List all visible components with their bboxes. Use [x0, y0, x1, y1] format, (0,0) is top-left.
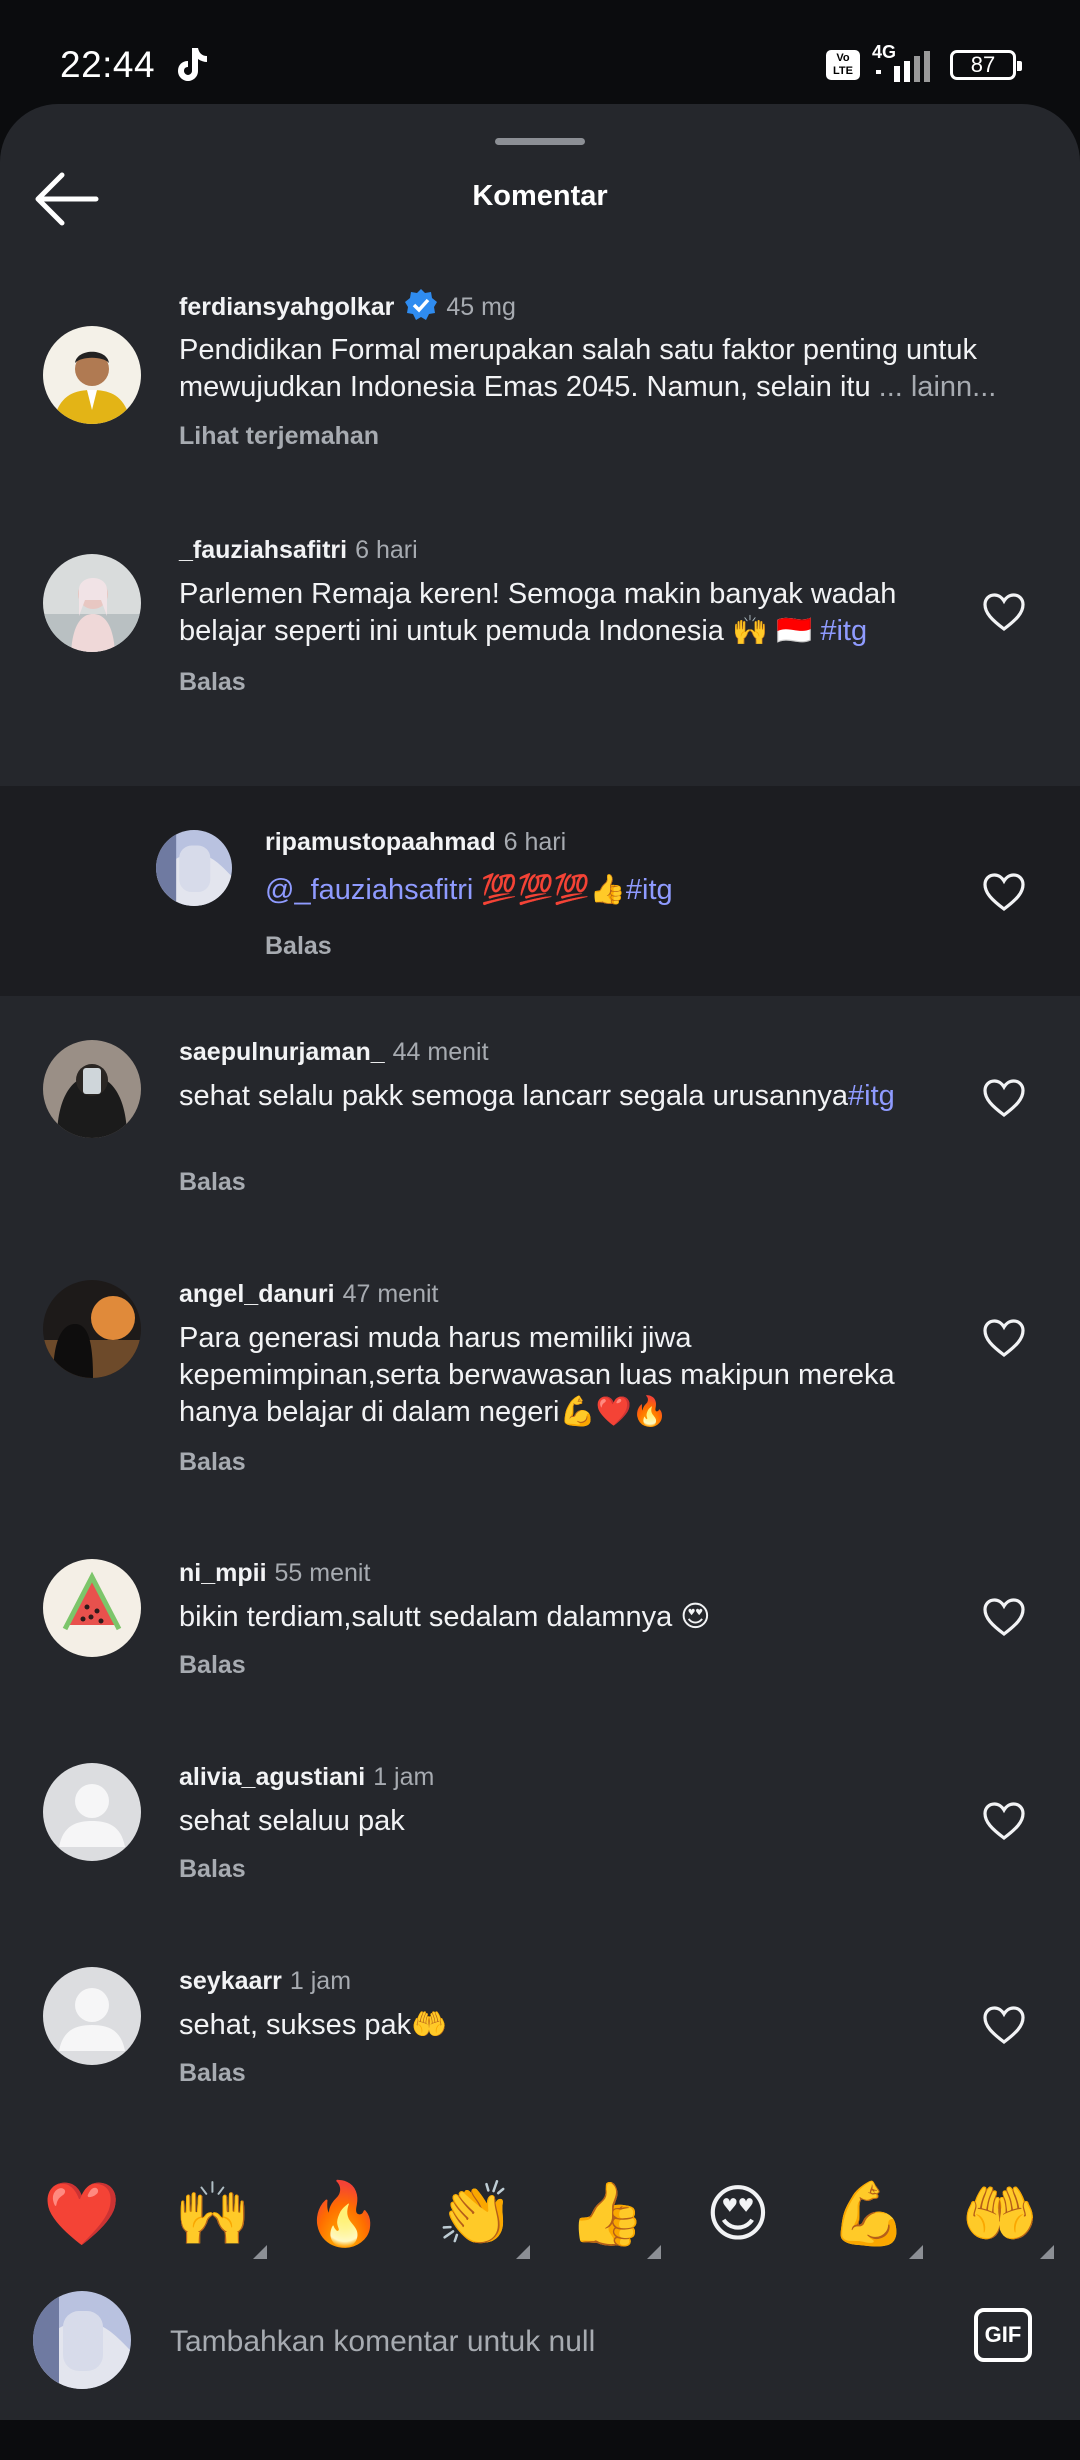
comment-header: _fauziahsafitri 6 hari — [179, 536, 418, 565]
like-heart-icon[interactable] — [982, 1597, 1026, 1637]
username[interactable]: alivia_agustiani — [179, 1763, 365, 1791]
comment-time: 47 menit — [342, 1280, 439, 1308]
emoji-heart[interactable]: ❤️ — [42, 2165, 122, 2265]
comment-text: Para generasi muda harus memiliki jiwa k… — [179, 1322, 895, 1428]
reply-button[interactable]: Balas — [179, 668, 246, 697]
like-heart-icon[interactable] — [982, 1078, 1026, 1118]
signal-icon — [876, 51, 930, 82]
volte-icon: Vo LTE — [826, 50, 860, 80]
username[interactable]: saepulnurjaman_ — [179, 1038, 385, 1066]
like-heart-icon[interactable] — [982, 2005, 1026, 2045]
comment-text: Parlemen Remaja keren! Semoga makin bany… — [179, 578, 897, 647]
emoji-heart-eyes[interactable]: 😍 — [698, 2165, 778, 2265]
see-translation-link[interactable]: Lihat terjemahan — [179, 422, 379, 451]
username[interactable]: ferdiansyahgolkar — [179, 293, 394, 321]
username[interactable]: _fauziahsafitri — [179, 536, 347, 564]
comment-text: sehat, sukses pak🤲 — [179, 2009, 448, 2041]
comment-time: 1 jam — [289, 1967, 352, 1995]
comment-text: sehat selalu pakk semoga lancarr segala … — [179, 1080, 895, 1112]
comment-header: saepulnurjaman_ 44 menit — [179, 1038, 489, 1067]
avatar[interactable] — [156, 830, 232, 906]
quick-emoji-bar: ❤️ 🙌 🔥 👏 👍 😍 💪 🤲 — [0, 2165, 1080, 2275]
comment-item: _fauziahsafitri 6 hari Parlemen Remaja ke… — [0, 524, 1080, 786]
battery-icon: 87 — [950, 50, 1022, 80]
reply-button[interactable]: Balas — [265, 932, 332, 961]
comment-header: alivia_agustiani 1 jam — [179, 1763, 434, 1792]
username[interactable]: ripamustopaahmad — [265, 828, 496, 856]
comment-item: angel_danuri 47 menit Para generasi muda … — [0, 1268, 1080, 1498]
hashtag-link[interactable]: #itg — [848, 1080, 895, 1112]
comment-text: bikin terdiam,salutt sedalam dalamnya 😍 — [179, 1601, 711, 1633]
comments-sheet: Komentar ferdiansyahgolkar 45 mg Pendidik… — [0, 104, 1080, 2420]
like-heart-icon[interactable] — [982, 872, 1026, 912]
gif-button[interactable]: GIF — [974, 2308, 1032, 2362]
emoji-raised-hands[interactable]: 🙌 — [173, 2165, 267, 2265]
emoji-fire[interactable]: 🔥 — [304, 2165, 384, 2265]
comment-time: 45 mg — [446, 293, 516, 321]
hashtag-link[interactable]: #itg — [820, 615, 867, 647]
like-heart-icon[interactable] — [982, 592, 1026, 632]
comment-item: saepulnurjaman_ 44 menit sehat selalu pak… — [0, 1026, 1080, 1226]
avatar[interactable] — [43, 1967, 141, 2065]
emoji-clapping[interactable]: 👏 — [436, 2165, 530, 2265]
comment-composer: GIF — [0, 2275, 1080, 2420]
like-heart-icon[interactable] — [982, 1801, 1026, 1841]
emoji-palms-up[interactable]: 🤲 — [960, 2165, 1054, 2265]
comment-header: ferdiansyahgolkar 45 mg — [179, 288, 516, 322]
reply-button[interactable]: Balas — [179, 1168, 246, 1197]
system-nav-bar — [0, 2420, 1080, 2460]
drag-handle[interactable] — [495, 138, 585, 145]
username[interactable]: ni_mpii — [179, 1559, 267, 1587]
mention-link[interactable]: @_fauziahsafitri — [265, 874, 473, 906]
comment-text: Pendidikan Formal merupakan salah satu f… — [179, 334, 997, 403]
comment-time: 1 jam — [373, 1763, 435, 1791]
like-heart-icon[interactable] — [982, 1318, 1026, 1358]
tiktok-notification-icon — [178, 48, 207, 81]
page-title: Komentar — [472, 180, 608, 212]
status-bar: 22:44 Vo LTE 4G 87 — [0, 0, 1080, 104]
comment-text: @_fauziahsafitri 💯💯💯👍#itg — [265, 874, 673, 906]
comment-time: 6 hari — [355, 536, 418, 564]
reply-button[interactable]: Balas — [179, 2059, 246, 2088]
comment-header: ni_mpii 55 menit — [179, 1559, 370, 1588]
reply-button[interactable]: Balas — [179, 1651, 246, 1680]
reply-button[interactable]: Balas — [179, 1855, 246, 1884]
comment-time: 55 menit — [274, 1559, 371, 1587]
comment-time: 44 menit — [392, 1038, 489, 1066]
emoji-flexed-biceps[interactable]: 💪 — [829, 2165, 923, 2265]
avatar[interactable] — [43, 554, 141, 652]
comment-time: 6 hari — [503, 828, 567, 856]
username[interactable]: angel_danuri — [179, 1280, 335, 1308]
verified-badge-icon — [405, 289, 438, 320]
avatar[interactable] — [43, 326, 141, 424]
comment-header: seykaarr 1 jam — [179, 1967, 351, 1996]
avatar[interactable] — [43, 1280, 141, 1378]
username[interactable]: seykaarr — [179, 1967, 282, 1995]
current-user-avatar — [33, 2291, 131, 2389]
reply-button[interactable]: Balas — [179, 1448, 246, 1477]
avatar[interactable] — [43, 1763, 141, 1861]
caption-comment: ferdiansyahgolkar 45 mg Pendidikan Formal… — [0, 274, 1080, 450]
avatar[interactable] — [43, 1040, 141, 1138]
comment-input[interactable] — [170, 2317, 950, 2367]
comment-header: ripamustopaahmad 6 hari — [265, 828, 566, 857]
comment-item: ni_mpii 55 menit bikin terdiam,salutt sed… — [0, 1547, 1080, 1707]
comment-item: seykaarr 1 jam sehat, sukses pak🤲 Balas — [0, 1955, 1080, 2115]
comment-header: angel_danuri 47 menit — [179, 1280, 438, 1309]
comment-text: sehat selaluu pak — [179, 1805, 405, 1837]
more-link[interactable]: ... lainn... — [879, 371, 997, 403]
reply-comment-item: ripamustopaahmad 6 hari @_fauziahsafitri … — [0, 786, 1080, 996]
clock: 22:44 — [60, 44, 156, 85]
hashtag-link[interactable]: #itg — [626, 874, 673, 906]
emoji-thumbs-up[interactable]: 👍 — [567, 2165, 661, 2265]
avatar[interactable] — [43, 1559, 141, 1657]
comment-item: alivia_agustiani 1 jam sehat selaluu pak … — [0, 1751, 1080, 1911]
